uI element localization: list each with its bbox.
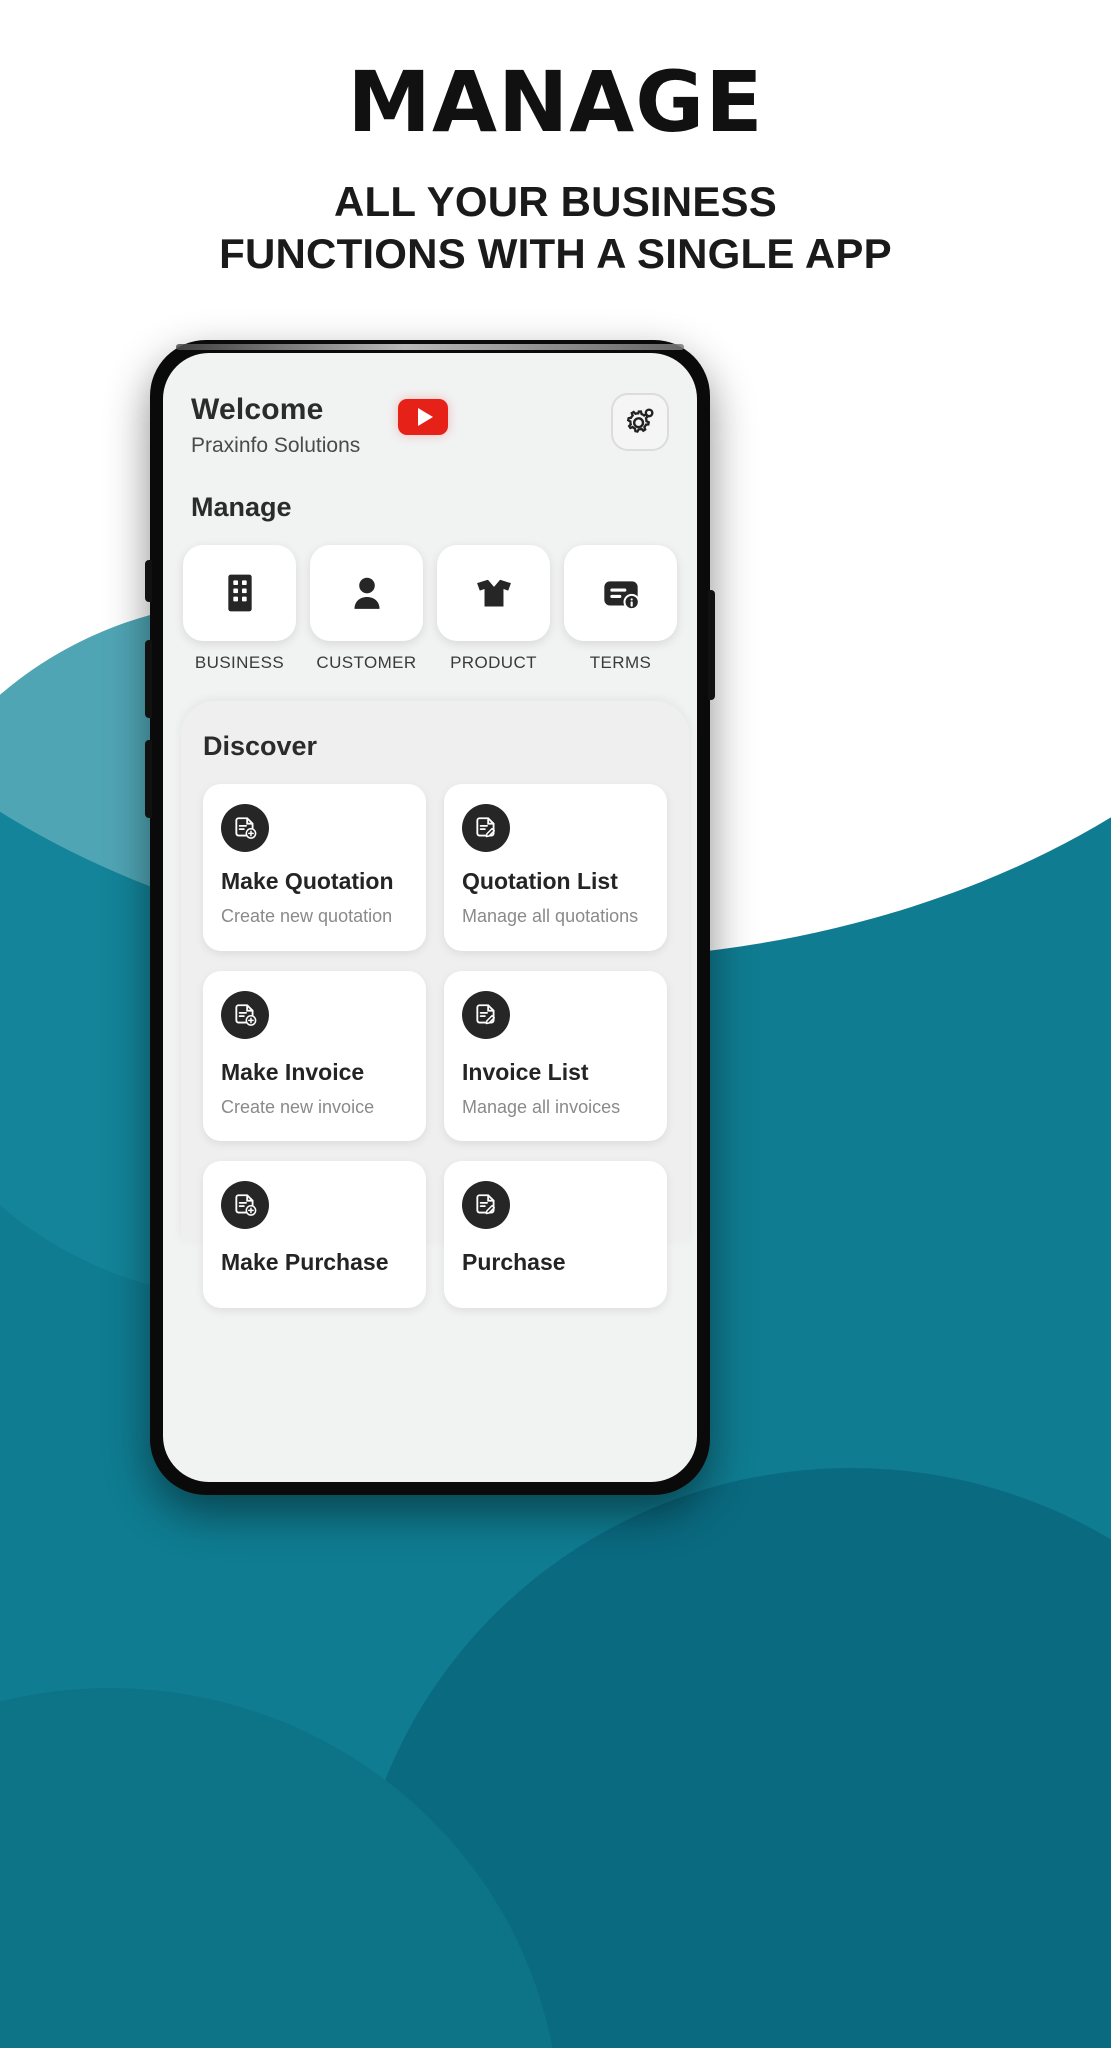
document-plus-glyph bbox=[235, 1003, 257, 1026]
phone-button-power bbox=[708, 590, 715, 700]
card-title: Make Invoice bbox=[221, 1058, 365, 1085]
card-subtitle: Manage all quotations bbox=[462, 906, 639, 927]
discover-card-make-quotation[interactable]: Make Quotation Create new quotation bbox=[203, 784, 426, 951]
building-icon bbox=[227, 574, 252, 612]
manage-item-product[interactable]: PRODUCT bbox=[437, 545, 550, 673]
document-edit-icon bbox=[462, 1181, 510, 1230]
youtube-play-icon[interactable] bbox=[398, 399, 449, 435]
phone-screen: Welcome Praxinfo Solutions Manage BUSINE… bbox=[163, 353, 697, 1482]
app-header: Welcome Praxinfo Solutions bbox=[163, 353, 697, 458]
open-box-icon bbox=[476, 579, 511, 607]
discover-card-make-purchase[interactable]: Make Purchase bbox=[203, 1161, 426, 1309]
company-name: Praxinfo Solutions bbox=[191, 434, 361, 457]
document-plus-icon bbox=[221, 990, 269, 1039]
card-title: Quotation List bbox=[462, 868, 618, 894]
manage-tile-business[interactable] bbox=[183, 545, 296, 641]
welcome-title: Welcome bbox=[191, 393, 324, 426]
discover-card-invoice-list[interactable]: Invoice List Manage all invoices bbox=[444, 970, 667, 1142]
document-edit-icon bbox=[462, 804, 510, 852]
document-edit-glyph bbox=[476, 1194, 495, 1215]
manage-label-product: PRODUCT bbox=[450, 653, 537, 672]
gear-icon bbox=[626, 408, 654, 433]
discover-card-purchase[interactable]: Purchase bbox=[444, 1161, 667, 1309]
document-edit-icon bbox=[462, 990, 510, 1039]
discover-sheet: Discover Make Quotation Create new quota… bbox=[181, 701, 689, 1309]
card-subtitle: Manage all invoices bbox=[462, 1096, 621, 1117]
card-title: Make Quotation bbox=[221, 868, 394, 894]
manage-tile-terms[interactable] bbox=[564, 545, 677, 641]
manage-section-title: Manage bbox=[191, 492, 292, 522]
promo-subheadline-line2: FUNCTIONS WITH A SINGLE APP bbox=[219, 230, 892, 278]
settings-button[interactable] bbox=[611, 393, 669, 451]
promo-headline: MANAGE bbox=[347, 53, 764, 151]
card-title: Purchase bbox=[462, 1249, 566, 1276]
document-plus-glyph bbox=[235, 1194, 257, 1216]
document-edit-glyph bbox=[476, 1003, 495, 1024]
manage-item-business[interactable]: BUSINESS bbox=[183, 545, 296, 673]
document-edit-glyph bbox=[476, 817, 495, 838]
phone-button-volume-down bbox=[145, 740, 152, 818]
card-subtitle: Create new invoice bbox=[221, 1096, 375, 1117]
document-plus-icon bbox=[221, 804, 269, 852]
discover-section-title: Discover bbox=[203, 731, 318, 761]
manage-label-customer: CUSTOMER bbox=[316, 653, 417, 672]
person-icon bbox=[353, 577, 380, 609]
youtube-triangle bbox=[417, 408, 433, 426]
phone-button-volume-up bbox=[145, 640, 152, 718]
promo-text-block: MANAGE ALL YOUR BUSINESS FUNCTIONS WITH … bbox=[0, 58, 1111, 280]
promo-subheadline: ALL YOUR BUSINESS FUNCTIONS WITH A SINGL… bbox=[0, 176, 1111, 280]
document-plus-icon bbox=[221, 1181, 269, 1230]
discover-card-quotation-list[interactable]: Quotation List Manage all quotations bbox=[444, 784, 667, 951]
phone-mockup: Welcome Praxinfo Solutions Manage BUSINE… bbox=[145, 340, 715, 1495]
promo-screenshot: MANAGE ALL YOUR BUSINESS FUNCTIONS WITH … bbox=[0, 0, 1111, 2048]
discover-card-make-invoice[interactable]: Make Invoice Create new invoice bbox=[203, 970, 426, 1142]
document-plus-glyph bbox=[235, 817, 257, 839]
card-title: Make Purchase bbox=[221, 1249, 389, 1276]
manage-tiles-row: BUSINESS CUSTOMER PRODUCT TERMS bbox=[183, 545, 677, 673]
phone-top-glint bbox=[176, 344, 684, 350]
manage-tile-customer[interactable] bbox=[310, 545, 423, 641]
card-info-icon bbox=[603, 581, 640, 611]
manage-item-terms[interactable]: TERMS bbox=[564, 545, 677, 673]
greeting-block: Welcome Praxinfo Solutions bbox=[191, 393, 360, 458]
manage-item-customer[interactable]: CUSTOMER bbox=[310, 545, 423, 673]
manage-label-business: BUSINESS bbox=[194, 653, 285, 672]
promo-subheadline-line1: ALL YOUR BUSINESS bbox=[334, 178, 777, 226]
card-title: Invoice List bbox=[462, 1058, 589, 1085]
manage-label-terms: TERMS bbox=[589, 653, 652, 672]
card-subtitle: Create new quotation bbox=[221, 906, 393, 927]
manage-tile-product[interactable] bbox=[437, 545, 550, 641]
discover-card-grid: Make Quotation Create new quotation Quot… bbox=[203, 784, 667, 1309]
phone-button-mute bbox=[145, 560, 152, 602]
